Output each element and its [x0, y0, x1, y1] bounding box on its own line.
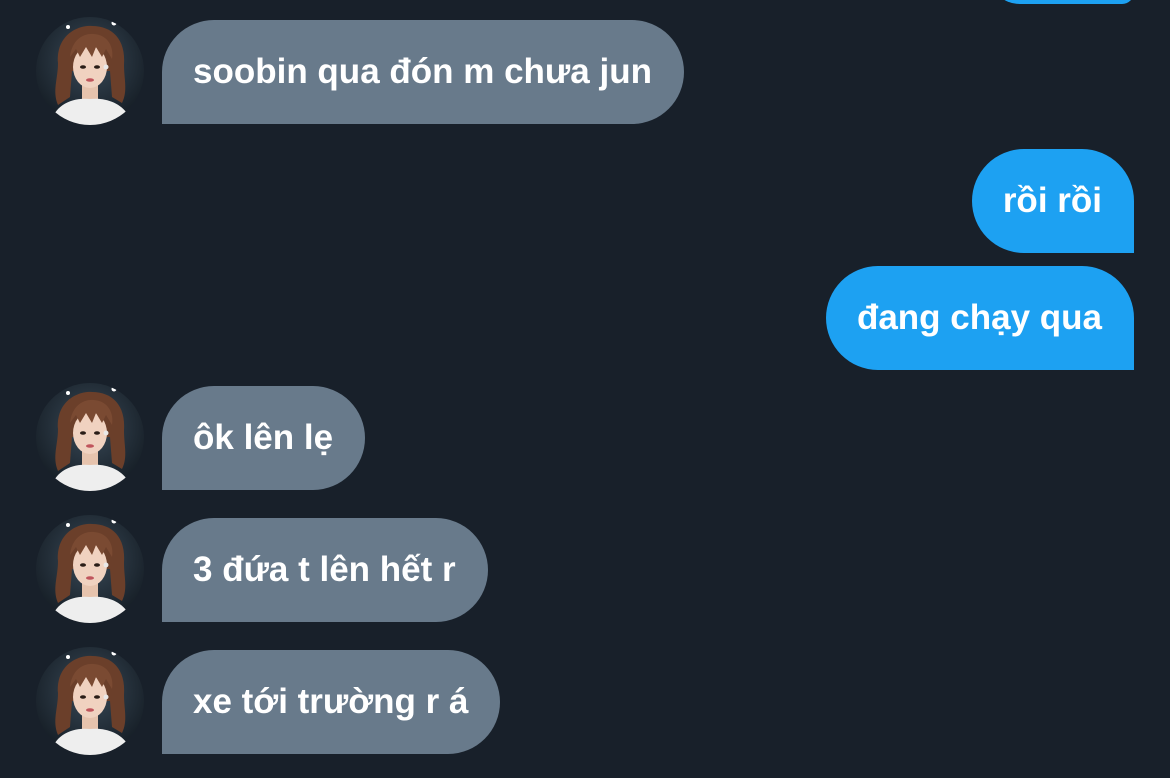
profile-photo-icon [36, 515, 144, 623]
message-text: 3 đứa t lên hết r [193, 550, 456, 589]
message-text: đang chạy qua [856, 298, 1102, 337]
profile-photo-icon [36, 383, 144, 491]
previous-message-bubble-edge [988, 0, 1134, 4]
message-text: ôk lên lẹ [193, 418, 334, 457]
avatar[interactable] [36, 17, 144, 125]
message-text: rồi rồi [1002, 181, 1102, 220]
message-text: soobin qua đón m chưa jun [193, 52, 652, 91]
message-bubble-incoming[interactable]: 3 đứa t lên hết r [162, 518, 488, 622]
profile-photo-icon [36, 647, 144, 755]
avatar[interactable] [36, 383, 144, 491]
avatar[interactable] [36, 515, 144, 623]
message-bubble-incoming[interactable]: soobin qua đón m chưa jun [162, 20, 684, 124]
profile-photo-icon [36, 17, 144, 125]
message-bubble-incoming[interactable]: ôk lên lẹ [162, 386, 366, 490]
message-bubble-incoming[interactable]: xe tới trường r á [162, 650, 501, 754]
message-bubble-outgoing[interactable]: đang chạy qua [825, 266, 1134, 370]
message-text: xe tới trường r á [193, 682, 469, 721]
message-bubble-outgoing[interactable]: rồi rồi [971, 149, 1134, 253]
avatar[interactable] [36, 647, 144, 755]
